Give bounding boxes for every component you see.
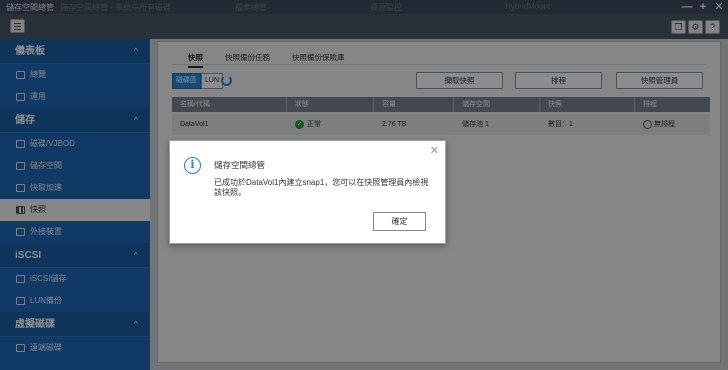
- info-icon: i: [184, 157, 201, 174]
- dialog-close-icon[interactable]: ✕: [430, 144, 439, 157]
- dialog-message: 已成功於DataVol1內建立snap1，您可以在快照管理員內檢視該快照。: [214, 178, 429, 197]
- ok-button[interactable]: 確定: [373, 212, 426, 231]
- info-dialog: ✕ i 儲存空間總管 已成功於DataVol1內建立snap1，您可以在快照管理…: [169, 140, 446, 244]
- dialog-title: 儲存空間總管: [214, 160, 266, 170]
